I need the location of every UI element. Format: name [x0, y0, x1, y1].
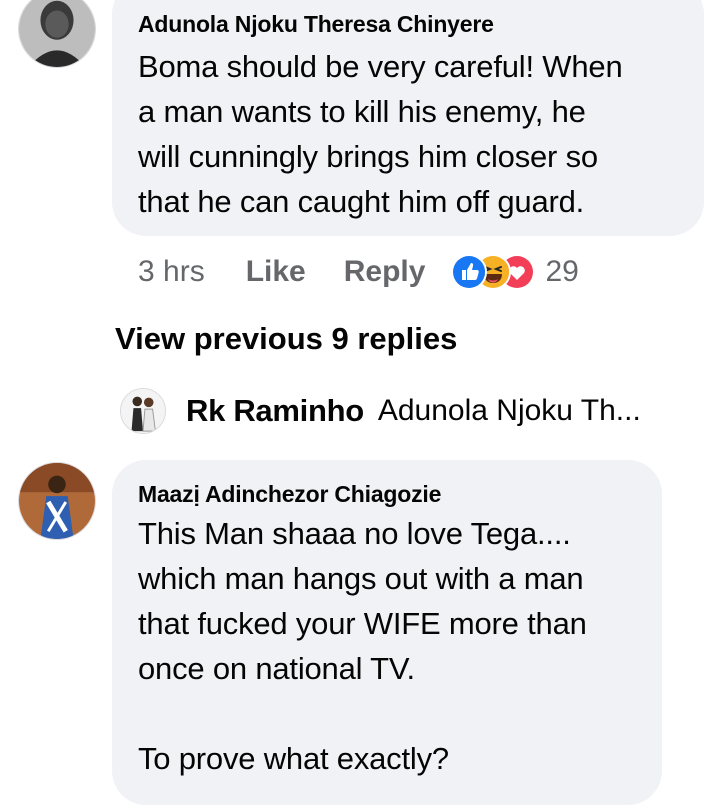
reply-button[interactable]: Reply — [344, 255, 426, 289]
reply-author[interactable]: Rk Raminho — [186, 393, 364, 429]
reply-preview-row[interactable]: Rk Raminho Adunola Njoku Th... — [120, 387, 700, 435]
avatar-photo-woman — [19, 0, 95, 67]
view-previous-replies-link[interactable]: View previous 9 replies — [115, 321, 457, 357]
comment-author[interactable]: Maazị Adinchezor Chiagozie — [138, 480, 662, 508]
avatar-adunola[interactable] — [18, 0, 96, 68]
comment-bubble[interactable]: Adunola Njoku Theresa Chinyere Boma shou… — [112, 0, 704, 236]
reply-preview-text: Adunola Njoku Th... — [377, 394, 641, 427]
reactions-summary[interactable]: 29 — [451, 254, 579, 290]
avatar-maazi[interactable] — [18, 462, 96, 540]
comment-timestamp[interactable]: 3 hrs — [138, 255, 205, 289]
comment-text: This Man shaaa no love Tega.... which ma… — [138, 516, 587, 776]
comment-author[interactable]: Adunola Njoku Theresa Chinyere — [138, 10, 704, 38]
like-button[interactable]: Like — [246, 255, 306, 289]
like-icon — [451, 254, 488, 290]
avatar-rk-raminho — [120, 388, 166, 434]
comment-text: Boma should be very careful! When a man … — [138, 49, 623, 219]
comment-actions: 3 hrs Like Reply 29 — [138, 252, 579, 292]
avatar-photo-man — [19, 463, 95, 539]
reaction-count: 29 — [545, 255, 579, 288]
avatar-photo-couple — [121, 389, 165, 433]
comment-bubble[interactable]: Maazị Adinchezor Chiagozie This Man shaa… — [112, 460, 662, 805]
